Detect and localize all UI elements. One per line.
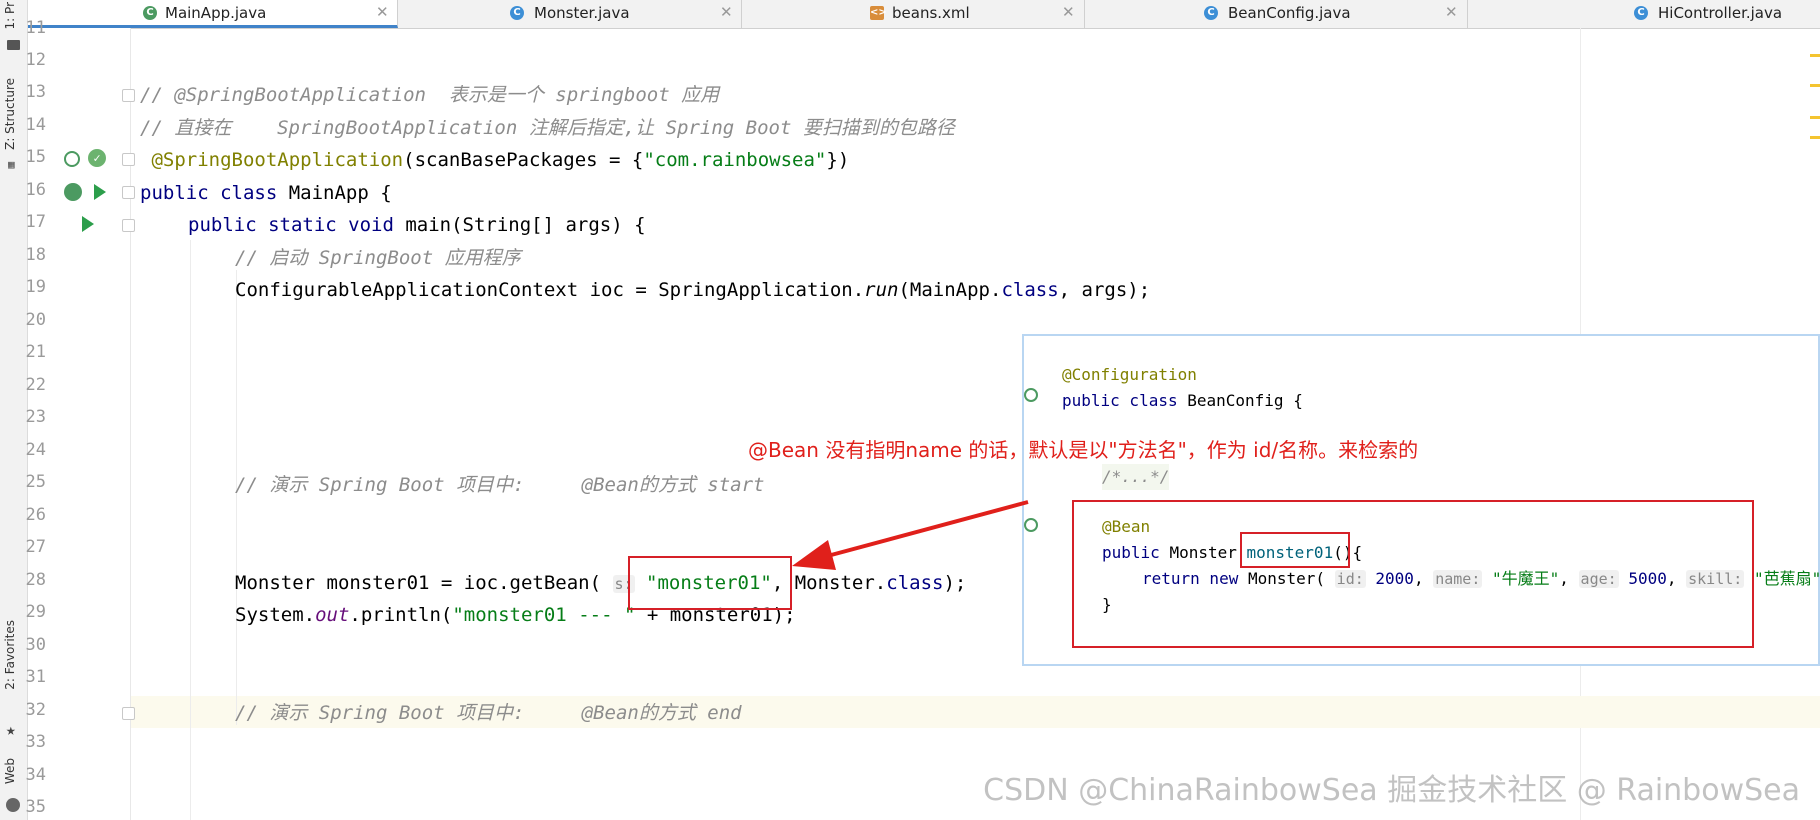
code-line-13: // @SpringBootApplication 表示是一个 springbo… xyxy=(140,84,720,106)
line-number: 31 xyxy=(25,667,46,687)
code-line-32: // 演示 Spring Boot 项目中: @Bean的方式 end xyxy=(235,702,742,724)
popup-line-configuration: @Configuration xyxy=(1062,365,1197,384)
fold-marker[interactable] xyxy=(122,707,135,720)
close-icon[interactable]: ✕ xyxy=(376,3,389,21)
line-number: 17 xyxy=(25,212,46,232)
spring-check-icon[interactable]: ✓ xyxy=(88,149,106,167)
line-number: 13 xyxy=(25,82,46,102)
scroll-marker xyxy=(1810,116,1820,119)
line-number: 34 xyxy=(25,765,46,785)
line-number: 23 xyxy=(25,407,46,427)
scroll-marker xyxy=(1810,84,1820,87)
line-number: 26 xyxy=(25,505,46,525)
code-line-18: // 启动 SpringBoot 应用程序 xyxy=(235,247,521,269)
close-icon[interactable]: ✕ xyxy=(720,3,733,21)
line-number: 16 xyxy=(25,180,46,200)
tab-monster-java[interactable]: C Monster.java ✕ xyxy=(398,0,742,28)
code-line-25: // 演示 Spring Boot 项目中: @Bean的方式 start xyxy=(235,474,765,496)
tab-beanconfig-java[interactable]: C BeanConfig.java ✕ xyxy=(1085,0,1468,28)
code-line-19: ConfigurableApplicationContext ioc = Spr… xyxy=(235,279,1151,301)
code-line-15: @SpringBootApplication(scanBasePackages … xyxy=(151,149,850,171)
fold-marker[interactable] xyxy=(122,153,135,166)
spring-class-icon: C xyxy=(143,6,157,20)
code-line-17: public static void main(String[] args) { xyxy=(188,214,646,236)
class-icon: C xyxy=(1204,6,1218,20)
popup-line-folded-comment[interactable]: /*...*/ xyxy=(1102,464,1170,490)
code-line-14: // 直接在 SpringBootApplication 注解后指定,让 Spr… xyxy=(140,117,955,139)
annotation-text: @Bean 没有指明name 的话，默认是以"方法名"，作为 id/名称。来检索… xyxy=(748,438,1419,462)
spring-boot-icon[interactable] xyxy=(64,183,82,201)
line-number: 11 xyxy=(25,18,46,38)
fold-marker[interactable] xyxy=(122,186,135,199)
tab-mainapp-java[interactable]: C MainApp.java ✕ xyxy=(28,0,398,28)
fold-marker[interactable] xyxy=(122,219,135,232)
run-icon[interactable] xyxy=(82,216,94,232)
line-number: 12 xyxy=(25,50,46,70)
tab-beans-xml[interactable]: <> beans.xml ✕ xyxy=(742,0,1085,28)
arrow-annotation xyxy=(792,500,1029,570)
popup-line-class: public class BeanConfig { xyxy=(1062,391,1303,410)
line-number: 35 xyxy=(25,797,46,817)
watermark: CSDN @ChinaRainbowSea 掘金技术社区 @ RainbowSe… xyxy=(983,773,1800,808)
class-icon: C xyxy=(1634,6,1648,20)
spring-config-icon xyxy=(1024,388,1038,402)
line-number: 21 xyxy=(25,342,46,362)
line-number: 33 xyxy=(25,732,46,752)
spring-bean-icon[interactable] xyxy=(64,151,80,167)
indent-guide xyxy=(190,240,191,820)
line-number: 15 xyxy=(25,147,46,167)
scroll-marker xyxy=(1810,54,1820,57)
line-number: 18 xyxy=(25,245,46,265)
code-line-16: public class MainApp { xyxy=(140,182,392,204)
line-number: 32 xyxy=(25,700,46,720)
line-number: 29 xyxy=(25,602,46,622)
editor-tab-bar: C MainApp.java ✕ C Monster.java ✕ <> bea… xyxy=(28,0,1820,29)
line-number: 28 xyxy=(25,570,46,590)
close-icon[interactable]: ✕ xyxy=(1062,3,1075,21)
highlight-box-getbean-arg xyxy=(628,556,792,610)
tab-hicontroller-java[interactable]: C HiController.java xyxy=(1468,0,1820,28)
line-number: 19 xyxy=(25,277,46,297)
line-number: 27 xyxy=(25,537,46,557)
xml-file-icon: <> xyxy=(870,6,887,20)
scroll-marker xyxy=(1810,136,1820,139)
line-number: 30 xyxy=(25,635,46,655)
close-icon[interactable]: ✕ xyxy=(1445,3,1458,21)
line-number: 22 xyxy=(25,375,46,395)
fold-marker[interactable] xyxy=(122,89,135,102)
highlight-box-bean-method xyxy=(1072,500,1754,648)
run-icon[interactable] xyxy=(94,184,106,200)
folder-icon xyxy=(7,40,20,50)
beanconfig-popup: @Configuration public class BeanConfig {… xyxy=(1022,334,1820,666)
highlight-box-method-name xyxy=(1240,532,1350,568)
line-number: 14 xyxy=(25,115,46,135)
line-number: 20 xyxy=(25,310,46,330)
line-number: 24 xyxy=(25,440,46,460)
line-number: 25 xyxy=(25,472,46,492)
class-icon: C xyxy=(510,6,524,20)
